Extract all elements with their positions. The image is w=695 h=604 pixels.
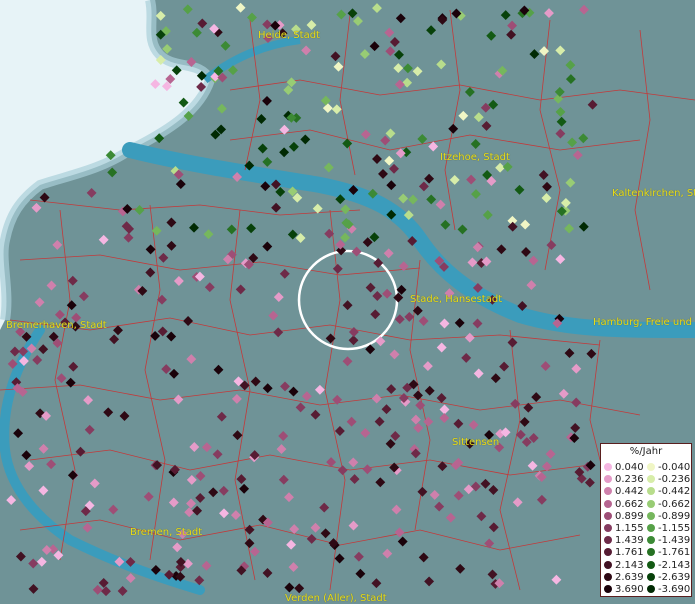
legend-entry-negative: -0.899 [647, 511, 690, 523]
legend-label: 0.442 [615, 486, 644, 498]
legend-label: -0.662 [658, 498, 691, 510]
legend-label: -0.442 [658, 486, 691, 498]
legend-label: 1.155 [615, 523, 644, 534]
legend-swatch [604, 511, 612, 520]
legend-swatch [647, 475, 655, 484]
legend-swatch [647, 524, 655, 532]
legend-swatch [647, 572, 655, 581]
legend-entry-negative: -1.761 [647, 547, 690, 559]
legend-entry-positive: 1.761 [604, 547, 644, 559]
legend-entry-negative: -3.690 [647, 584, 690, 596]
legend-swatch [604, 585, 612, 593]
city-label-hamburg: Hamburg, Freie und [593, 317, 692, 328]
legend-label: -2.639 [658, 571, 691, 583]
legend-label: -0.899 [658, 510, 691, 522]
legend-entry-negative: -0.040 [647, 462, 690, 474]
legend-entry-negative: -1.155 [647, 523, 690, 535]
legend-entry-positive: 0.899 [604, 511, 644, 523]
legend-entry-positive: 0.236 [604, 474, 644, 486]
legend-swatch [647, 585, 655, 593]
legend-label: -1.155 [658, 523, 691, 534]
legend-label: 2.639 [615, 571, 644, 583]
legend-swatch [647, 536, 655, 545]
city-label-heide: Heide, Stadt [258, 30, 320, 41]
legend-label: -1.439 [658, 535, 691, 547]
legend-label: -3.690 [658, 584, 691, 595]
legend-label: -2.143 [658, 559, 691, 571]
legend-swatch [647, 548, 655, 557]
legend-entry-positive: 0.662 [604, 499, 644, 511]
legend-entry-positive: 0.040 [604, 462, 644, 474]
legend-swatch [604, 536, 612, 545]
city-label-bremerhaven: Bremerhaven, Stadt [6, 320, 107, 331]
legend-swatch [647, 487, 655, 496]
legend-swatch [604, 560, 612, 569]
legend-swatch [604, 463, 612, 471]
legend-swatch [647, 463, 655, 471]
legend-swatch [647, 499, 655, 508]
legend-label: -0.236 [658, 474, 691, 486]
legend-swatch [647, 560, 655, 569]
legend-label: -0.040 [658, 462, 691, 473]
legend-label: 0.040 [615, 462, 644, 473]
legend-swatch [604, 475, 612, 484]
legend-label: 1.761 [615, 547, 644, 559]
legend-title: %/Jahr [629, 446, 663, 457]
legend-label: 1.439 [615, 535, 644, 547]
legend-label: 0.662 [615, 498, 644, 510]
legend-label: -1.761 [658, 547, 691, 559]
map-canvas[interactable] [0, 0, 695, 600]
legend-swatch [647, 511, 655, 520]
legend-label: 0.236 [615, 474, 644, 486]
legend-entry-positive: 0.442 [604, 486, 644, 498]
legend-entry-negative: -1.439 [647, 535, 690, 547]
legend-entry-negative: -2.639 [647, 572, 690, 584]
legend-entry-positive: 1.155 [604, 523, 644, 535]
legend-entry-positive: 3.690 [604, 584, 644, 596]
legend-label: 2.143 [615, 559, 644, 571]
legend-swatch [604, 524, 612, 532]
legend-entry-negative: -0.662 [647, 499, 690, 511]
legend-entry-negative: -0.236 [647, 474, 690, 486]
legend-label: 0.899 [615, 510, 644, 522]
legend-entry-negative: -2.143 [647, 560, 690, 572]
city-label-stade: Stade, Hansestadt [410, 294, 503, 305]
legend-entry-negative: -0.442 [647, 486, 690, 498]
city-label-itzehoe: Itzehoe, Stadt [440, 152, 510, 163]
legend-entry-positive: 2.143 [604, 560, 644, 572]
legend-entry-positive: 1.439 [604, 535, 644, 547]
legend-swatch [604, 548, 612, 557]
city-label-verden: Verden (Aller), Stadt [285, 593, 387, 604]
legend-swatch [604, 572, 612, 581]
city-label-sittensen: Sittensen [452, 437, 500, 448]
legend-swatch [604, 487, 612, 496]
city-label-kaltenkirchen: Kaltenkirchen, St [612, 188, 695, 199]
city-label-bremen: Bremen, Stadt [130, 527, 203, 538]
legend: %/Jahr 0.040 -0.040 0.236 -0.236 0.442 -0.442… [600, 443, 692, 597]
legend-entry-positive: 2.639 [604, 572, 644, 584]
legend-swatch [604, 499, 612, 508]
legend-label: 3.690 [615, 584, 644, 595]
